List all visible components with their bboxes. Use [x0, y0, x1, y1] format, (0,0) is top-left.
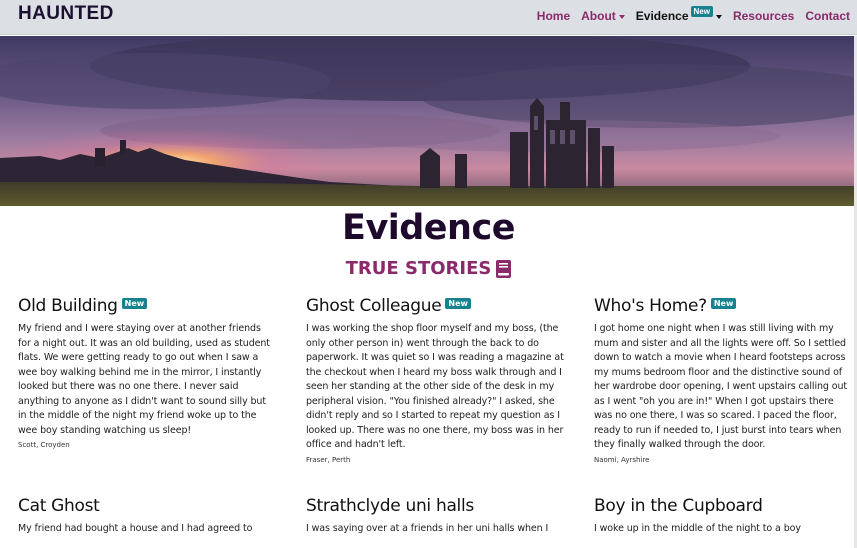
page-subtitle: TRUE STORIES	[0, 258, 857, 279]
story-text: I was saying over at a friends in her un…	[306, 523, 549, 534]
story-title: Ghost Colleague New	[306, 296, 564, 316]
story-card: Who's Home? New I got home one night whe…	[594, 296, 852, 464]
story-title: Old Building New	[18, 296, 276, 316]
story-author: Fraser, Perth	[306, 455, 351, 464]
caret-down-icon	[715, 14, 722, 19]
story-card: Cat Ghost My friend had bought a house a…	[18, 496, 276, 537]
page-title: Evidence	[342, 208, 515, 248]
story-title: Who's Home? New	[594, 296, 852, 316]
story-title-text: Strathclyde uni halls	[306, 496, 474, 516]
nav-menu: Home About Evidence New Resources Contac…	[526, 5, 850, 23]
story-text: My friend and I were staying over at ano…	[18, 323, 270, 436]
book-icon	[496, 259, 512, 278]
story-card: Old Building New My friend and I were st…	[18, 296, 276, 449]
story-text: My friend had bought a house and I had a…	[18, 523, 253, 534]
story-card: Strathclyde uni halls I was saying over …	[306, 496, 564, 537]
nav-item-contact[interactable]: Contact	[805, 9, 850, 23]
new-badge: New	[690, 5, 713, 17]
nav-item-evidence[interactable]: Evidence New	[635, 5, 722, 23]
nav-item-home[interactable]: Home	[537, 9, 570, 23]
story-card: Ghost Colleague New I was working the sh…	[306, 296, 564, 464]
nav-item-label: Contact	[805, 9, 850, 23]
navbar: HAUNTED Home About Evidence New Resource…	[0, 0, 857, 35]
caret-down-icon	[618, 14, 625, 19]
subtitle-text: TRUE STORIES	[345, 258, 492, 279]
nav-item-label: Home	[536, 9, 571, 23]
story-title-text: Boy in the Cupboard	[594, 496, 763, 516]
hero-image	[0, 36, 854, 206]
brand-logo[interactable]: HAUNTED	[18, 3, 114, 25]
nav-item-about[interactable]: About	[581, 9, 625, 23]
story-title: Strathclyde uni halls	[306, 496, 564, 516]
nav-item-label: Evidence	[635, 9, 689, 23]
story-title-text: Who's Home?	[594, 296, 707, 316]
nav-item-resources[interactable]: Resources	[733, 9, 794, 23]
story-title: Cat Ghost	[18, 496, 276, 516]
story-text: I got home one night when I was still li…	[594, 323, 848, 450]
new-badge: New	[445, 297, 471, 309]
nav-item-label: About	[581, 9, 616, 23]
story-text: I was working the shop floor myself and …	[306, 323, 564, 450]
story-card: Boy in the Cupboard I woke up in the mid…	[594, 496, 852, 537]
new-badge: New	[121, 297, 148, 309]
story-title-text: Old Building	[18, 296, 118, 316]
story-author: Scott, Croyden	[18, 441, 70, 449]
story-author: Naomi, Ayrshire	[594, 455, 650, 464]
story-title-text: Cat Ghost	[18, 496, 100, 516]
nav-item-label: Resources	[732, 9, 795, 23]
story-text: I woke up in the middle of the night to …	[594, 523, 801, 534]
story-title-text: Ghost Colleague	[306, 296, 442, 316]
new-badge: New	[710, 297, 737, 309]
story-title: Boy in the Cupboard	[594, 496, 852, 516]
